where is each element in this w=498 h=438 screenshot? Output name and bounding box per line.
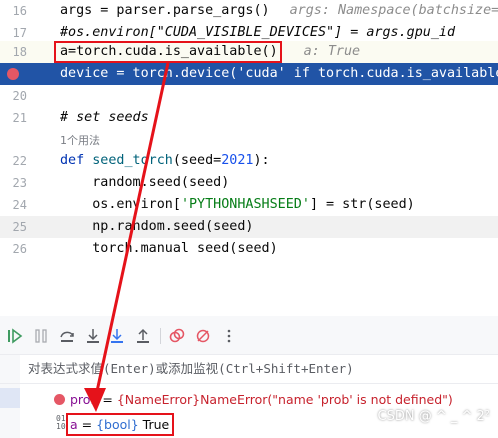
code-text: # set seeds bbox=[60, 110, 149, 125]
code-text: random.seed(seed) bbox=[60, 175, 230, 190]
line-number: 24 bbox=[12, 198, 27, 212]
inline-value-hint: a: True bbox=[303, 44, 361, 59]
watermark: CSDN @ ^ _ ^ 2² bbox=[377, 409, 491, 424]
selection-marker bbox=[0, 388, 20, 408]
debug-toolbar bbox=[0, 320, 498, 352]
variable-row-prob[interactable]: prob = {NameError}NameError("name 'prob'… bbox=[70, 390, 453, 410]
variables-left-strip bbox=[0, 384, 20, 438]
annotation-highlight-box bbox=[66, 413, 174, 436]
evaluate-expression-placeholder[interactable]: 对表达式求值(Enter)或添加监视(Ctrl+Shift+Enter) bbox=[28, 355, 354, 383]
variable-value: {NameError}NameError("name 'prob' is not… bbox=[116, 392, 453, 407]
line-number: 25 bbox=[12, 220, 27, 234]
annotation-highlight-box bbox=[54, 41, 282, 63]
code-text: os.environ['PYTHONHASHSEED'] = str(seed) bbox=[60, 197, 415, 212]
code-text: args = parser.parse_args() args: Namespac… bbox=[60, 0, 498, 22]
debugger-panel: 对表达式求值(Enter)或添加监视(Ctrl+Shift+Enter) pro… bbox=[0, 254, 498, 438]
code-text: np.random.seed(seed) bbox=[60, 219, 254, 234]
usage-count-hint[interactable]: 1个用法 bbox=[60, 132, 100, 150]
toolbar-separator bbox=[160, 328, 161, 344]
variable-name: prob bbox=[70, 392, 99, 407]
code-line-16[interactable]: 16 args = parser.parse_args() args: Names… bbox=[0, 0, 498, 22]
line-number: 20 bbox=[12, 89, 27, 103]
evaluate-expression-field[interactable]: 对表达式求值(Enter)或添加监视(Ctrl+Shift+Enter) bbox=[0, 354, 498, 384]
code-text: torch.manual_seed(seed) bbox=[60, 241, 278, 254]
line-number: 21 bbox=[12, 111, 27, 125]
error-variable-icon bbox=[54, 394, 65, 405]
code-line-26[interactable]: 26 torch.manual_seed(seed) bbox=[0, 238, 498, 254]
line-number: 18 bbox=[12, 45, 27, 59]
breakpoint-icon[interactable] bbox=[7, 68, 19, 80]
step-out-icon[interactable] bbox=[134, 327, 152, 345]
more-options-icon[interactable] bbox=[220, 327, 238, 345]
code-editor[interactable]: 16 args = parser.parse_args() args: Names… bbox=[0, 0, 498, 254]
mute-breakpoints-icon[interactable] bbox=[194, 327, 212, 345]
step-into-icon[interactable] bbox=[84, 327, 102, 345]
step-over-icon[interactable] bbox=[58, 327, 76, 345]
view-breakpoints-icon[interactable] bbox=[168, 327, 186, 345]
eval-left-strip bbox=[0, 355, 20, 383]
code-line-25[interactable]: 25 np.random.seed(seed) bbox=[0, 216, 498, 238]
inline-value-hint: args: Namespace(batchsize=... bbox=[289, 3, 498, 18]
variable-eq: = bbox=[98, 392, 117, 407]
code-line-21[interactable]: 21 # set seeds bbox=[0, 107, 498, 129]
pause-icon[interactable] bbox=[32, 327, 50, 345]
code-line-24[interactable]: 24 os.environ['PYTHONHASHSEED'] = str(se… bbox=[0, 194, 498, 216]
resume-icon[interactable] bbox=[6, 327, 24, 345]
line-number: 23 bbox=[12, 176, 27, 190]
code-line-19-execution-point[interactable]: device = torch.device('cuda' if torch.cu… bbox=[0, 63, 498, 85]
line-number: 16 bbox=[12, 4, 27, 18]
line-number: 26 bbox=[12, 242, 27, 254]
code-line-22[interactable]: 22 def seed_torch(seed=2021): bbox=[0, 150, 498, 172]
code-text: device = torch.device('cuda' if torch.cu… bbox=[60, 66, 498, 81]
step-into-my-code-icon[interactable] bbox=[108, 327, 126, 345]
code-line-23[interactable]: 23 random.seed(seed) bbox=[0, 172, 498, 194]
code-line-20[interactable]: 20 bbox=[0, 85, 498, 107]
code-text: def seed_torch(seed=2021): bbox=[60, 153, 270, 168]
variable-type-icon: 01 10 bbox=[56, 414, 66, 431]
line-number: 22 bbox=[12, 154, 27, 168]
debugger-spacer bbox=[0, 254, 498, 316]
